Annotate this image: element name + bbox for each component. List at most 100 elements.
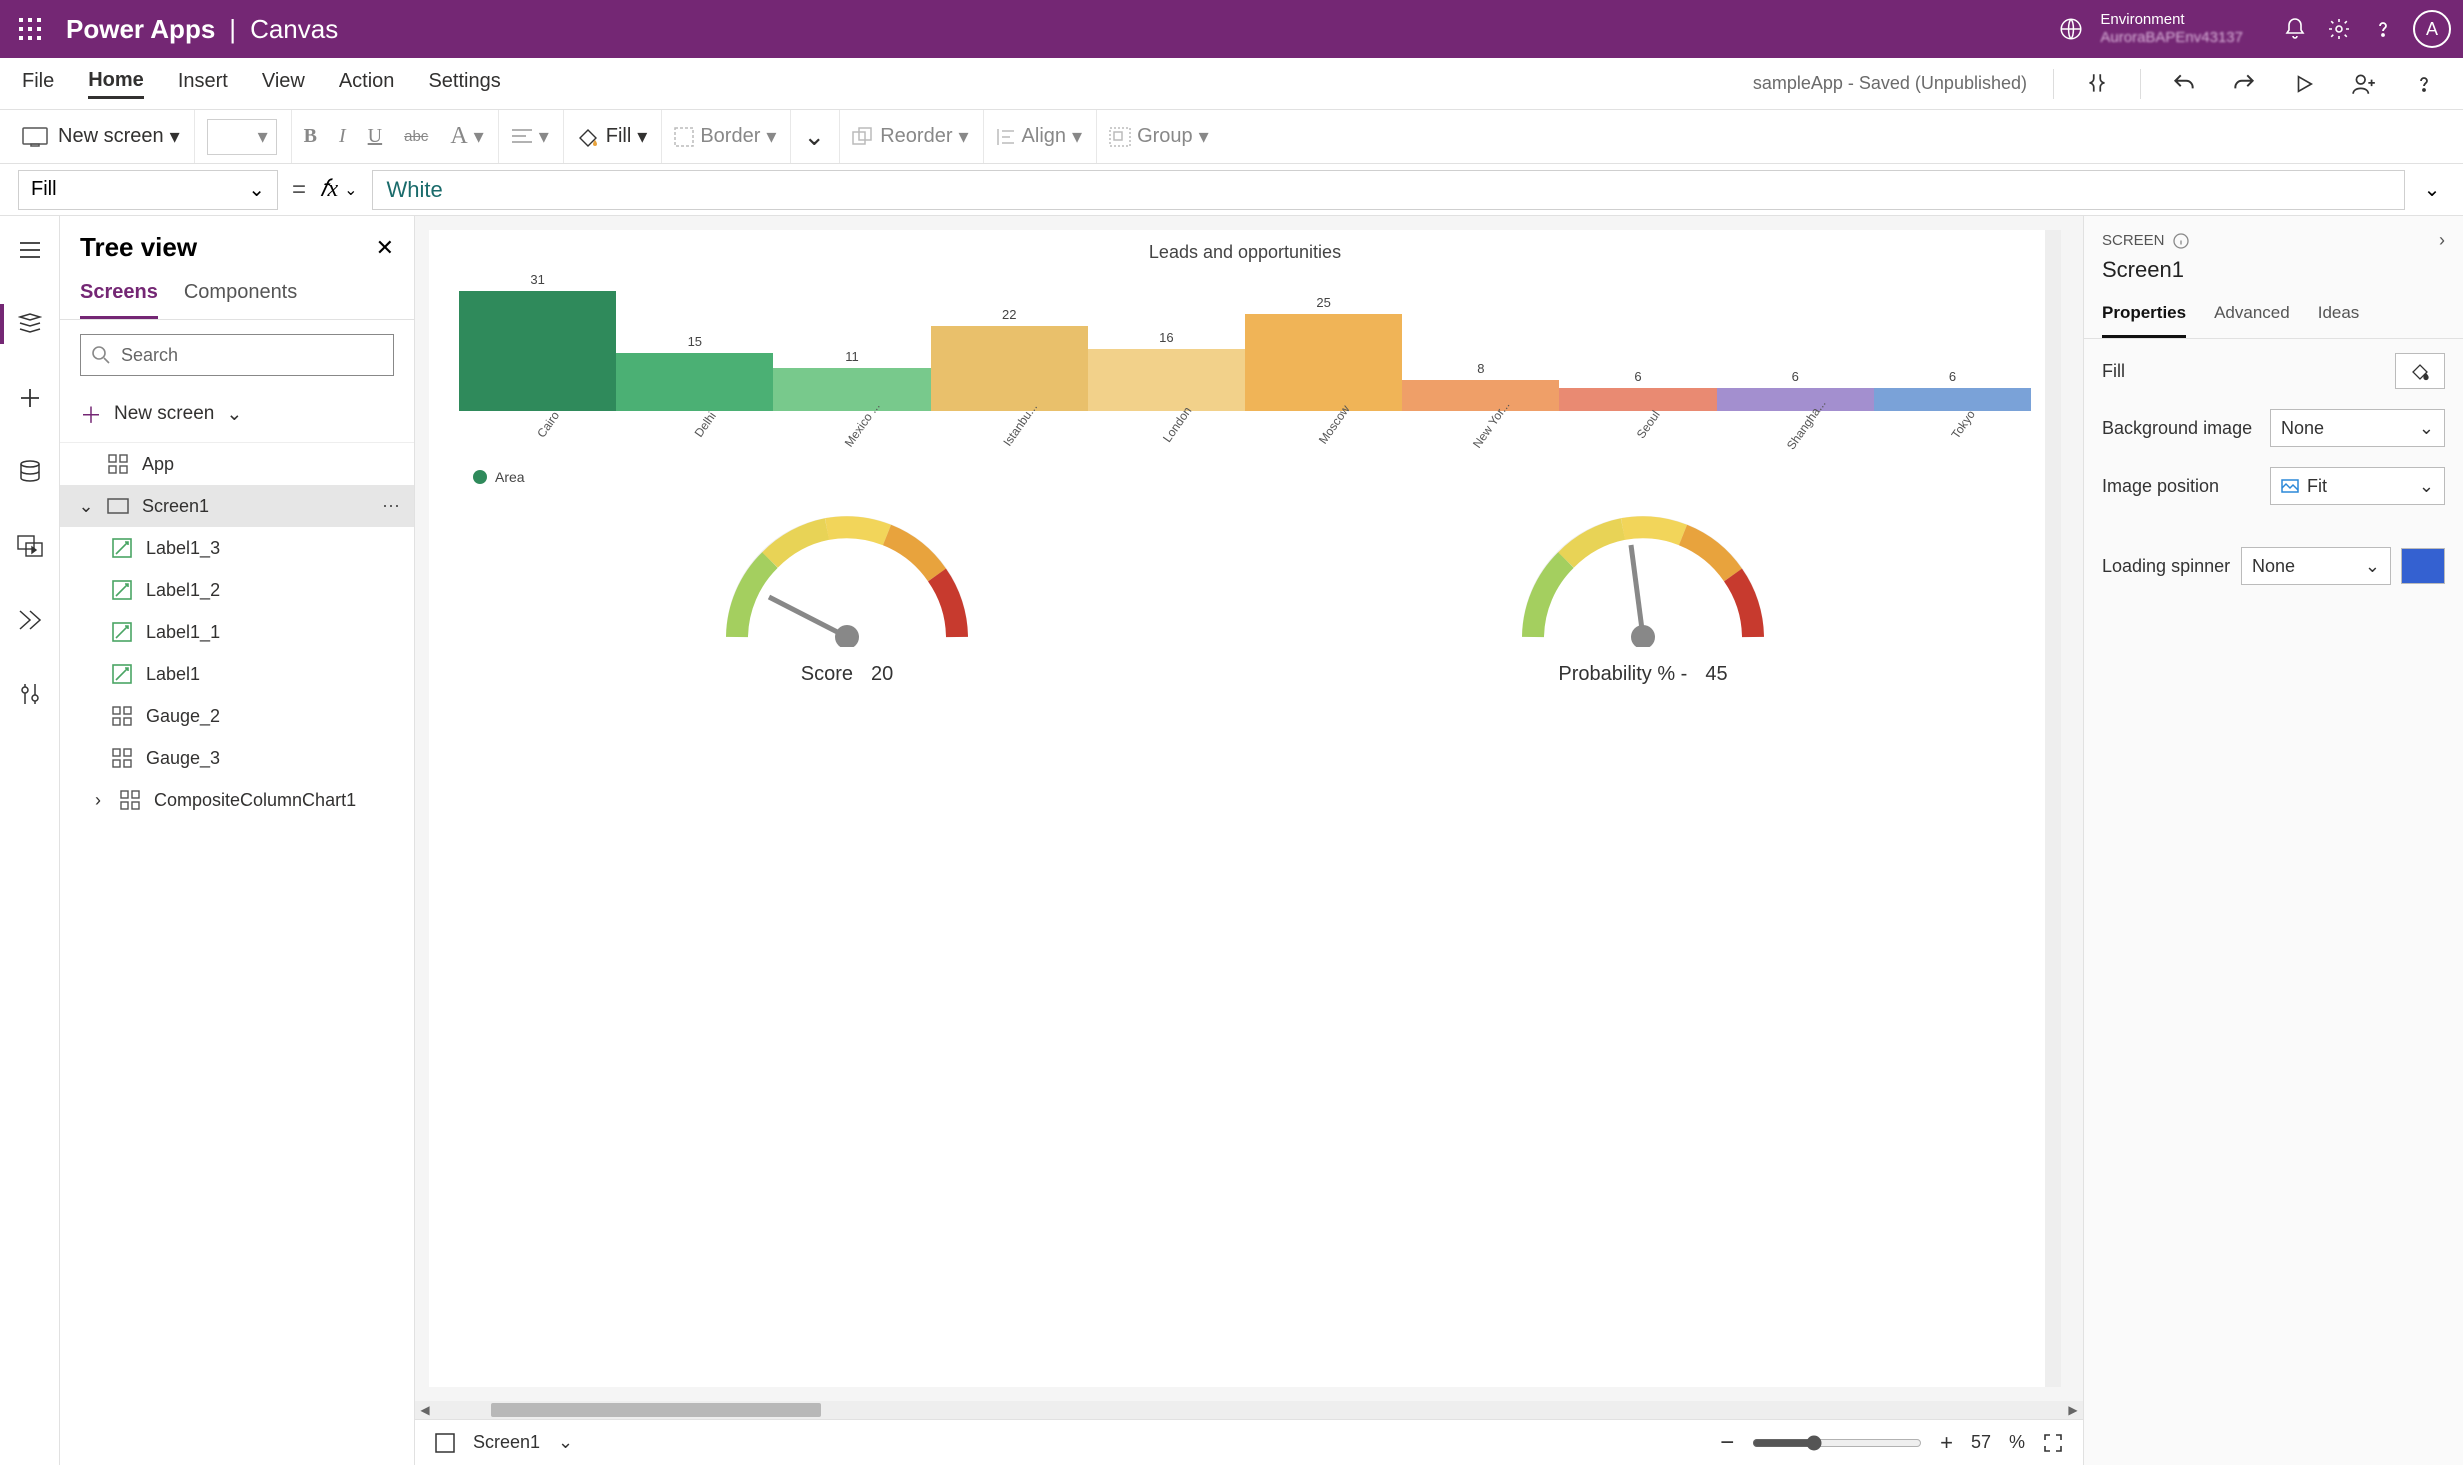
scroll-left-icon[interactable]: ◀ <box>415 1403 435 1417</box>
tree-node-child[interactable]: › CompositeColumnChart1 <box>60 779 414 821</box>
scroll-thumb[interactable] <box>491 1403 821 1417</box>
underline-icon[interactable]: U <box>368 125 382 148</box>
fx-button[interactable]: 𝑓x ⌄ <box>320 176 358 203</box>
tab-advanced[interactable]: Advanced <box>2214 293 2290 338</box>
tab-screens[interactable]: Screens <box>80 271 158 319</box>
tab-ideas[interactable]: Ideas <box>2318 293 2360 338</box>
help-icon[interactable] <box>2361 7 2405 51</box>
share-icon[interactable] <box>2347 67 2381 101</box>
align-button[interactable]: Align▾ <box>996 124 1083 149</box>
label-icon <box>110 538 134 558</box>
canvas-screen[interactable]: Leads and opportunities 3115112216258666… <box>429 230 2061 1387</box>
gauge-probability[interactable]: Probability % - 45 <box>1518 507 1768 686</box>
notifications-icon[interactable] <box>2273 7 2317 51</box>
zoom-slider[interactable] <box>1752 1435 1922 1451</box>
info-icon[interactable] <box>2173 233 2189 249</box>
italic-icon[interactable]: I <box>339 125 346 148</box>
user-avatar[interactable]: A <box>2413 10 2451 48</box>
reorder-button[interactable]: Reorder▾ <box>852 124 968 149</box>
tab-components[interactable]: Components <box>184 271 297 319</box>
tree-node-label: Gauge_2 <box>146 706 220 727</box>
tree-node-screen1[interactable]: ⌄ Screen1 ⋯ <box>60 485 414 527</box>
tree-node-child[interactable]: Label1_1 <box>60 611 414 653</box>
menu-file[interactable]: File <box>22 70 54 97</box>
text-align-button[interactable]: ▾ <box>511 124 549 149</box>
column-chart[interactable]: 3115112216258666 CairoDelhiMexico ...Ist… <box>459 281 2031 461</box>
waffle-icon[interactable] <box>12 11 48 47</box>
fill-color-picker[interactable] <box>2395 353 2445 389</box>
tree-node-child[interactable]: Label1 <box>60 653 414 695</box>
undo-icon[interactable] <box>2167 67 2201 101</box>
formula-expand-icon[interactable]: ⌄ <box>2419 177 2445 202</box>
chevron-right-icon[interactable]: › <box>90 790 106 811</box>
menubar-help-icon[interactable] <box>2407 67 2441 101</box>
property-selector[interactable]: Fill ⌄ <box>18 170 278 210</box>
tree-node-child[interactable]: Label1_3 <box>60 527 414 569</box>
tree-node-child[interactable]: Gauge_3 <box>60 737 414 779</box>
chart-legend: Area <box>473 469 2061 485</box>
zoom-out-icon[interactable]: − <box>1720 1429 1734 1457</box>
imgpos-select[interactable]: Fit ⌄ <box>2270 467 2445 505</box>
gauge-score[interactable]: Score 20 <box>722 507 972 686</box>
font-family-combo[interactable]: ▾ <box>207 119 277 155</box>
zoom-in-icon[interactable]: + <box>1940 1430 1953 1456</box>
spinner-select[interactable]: None ⌄ <box>2241 547 2391 585</box>
font-color-button[interactable]: A▾ <box>450 123 483 150</box>
new-screen-button[interactable]: New screen ▾ <box>58 124 180 149</box>
group-button[interactable]: Group▾ <box>1109 124 1209 149</box>
data-icon[interactable] <box>10 452 50 492</box>
advanced-tools-icon[interactable] <box>10 674 50 714</box>
chevron-down-icon[interactable]: ⌄ <box>78 496 94 517</box>
bold-icon[interactable]: B <box>304 125 317 148</box>
power-automate-icon[interactable] <box>10 600 50 640</box>
app-checker-icon[interactable] <box>2080 67 2114 101</box>
status-screen-label[interactable]: Screen1 <box>473 1432 540 1453</box>
hamburger-icon[interactable] <box>10 230 50 270</box>
more-dots-icon[interactable]: ⋯ <box>382 496 400 517</box>
fill-button[interactable]: Fill▾ <box>576 124 648 149</box>
checkbox-icon[interactable] <box>435 1433 455 1453</box>
fit-screen-icon[interactable] <box>2043 1433 2063 1453</box>
strikethrough-icon[interactable]: abc <box>404 128 428 145</box>
tree-view-panel: Tree view ✕ Screens Components Search ＋ … <box>60 216 415 1465</box>
spinner-value: None <box>2252 556 2295 577</box>
chevron-down-icon[interactable]: ⌄ <box>558 1432 573 1453</box>
vertical-scrollbar[interactable] <box>2045 230 2061 1387</box>
more-chevron-icon[interactable]: ⌄ <box>803 121 825 152</box>
scroll-right-icon[interactable]: ▶ <box>2063 1403 2083 1417</box>
label-icon <box>110 622 134 642</box>
prop-spinner-label: Loading spinner <box>2102 556 2231 577</box>
menu-insert[interactable]: Insert <box>178 70 228 97</box>
menu-settings[interactable]: Settings <box>428 70 500 97</box>
tree-node-app[interactable]: App <box>60 443 414 485</box>
add-icon[interactable] <box>10 378 50 418</box>
media-icon[interactable] <box>10 526 50 566</box>
menu-view[interactable]: View <box>262 70 305 97</box>
gauge-label: Score <box>801 663 853 686</box>
search-icon <box>91 345 111 365</box>
tree-node-child[interactable]: Gauge_2 <box>60 695 414 737</box>
redo-icon[interactable] <box>2227 67 2261 101</box>
spinner-color-swatch[interactable] <box>2401 548 2445 584</box>
prop-fill-label: Fill <box>2102 361 2385 382</box>
horizontal-scrollbar[interactable]: ◀ ▶ <box>415 1401 2083 1419</box>
tree-search-input[interactable]: Search <box>80 334 394 376</box>
prop-imgpos-label: Image position <box>2102 476 2260 497</box>
close-icon[interactable]: ✕ <box>376 235 394 261</box>
environment-picker[interactable]: Environment AuroraBAPEnv43137 <box>2058 11 2243 47</box>
tab-properties[interactable]: Properties <box>2102 293 2186 338</box>
preview-play-icon[interactable] <box>2287 67 2321 101</box>
formula-input[interactable]: White <box>372 170 2405 210</box>
tree-new-screen-button[interactable]: ＋ New screen ⌄ <box>60 390 414 443</box>
menu-action[interactable]: Action <box>339 70 395 97</box>
tree-node-child[interactable]: Label1_2 <box>60 569 414 611</box>
tree-node-label: Label1 <box>146 664 200 685</box>
bar-value-label: 16 <box>1159 330 1173 345</box>
bgimage-select[interactable]: None ⌄ <box>2270 409 2445 447</box>
border-button[interactable]: Border▾ <box>674 124 776 149</box>
tree-view-icon[interactable] <box>10 304 50 344</box>
brand-sep: | <box>229 14 236 45</box>
menu-home[interactable]: Home <box>88 69 144 99</box>
settings-gear-icon[interactable] <box>2317 7 2361 51</box>
chevron-right-icon[interactable]: › <box>2439 230 2445 251</box>
